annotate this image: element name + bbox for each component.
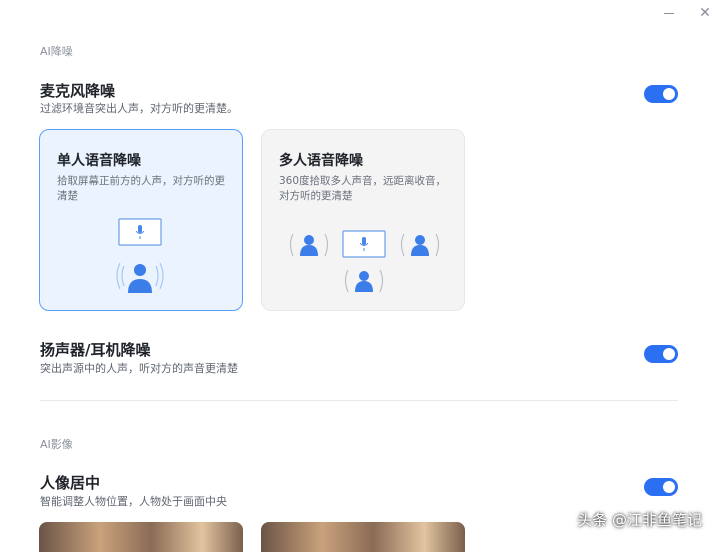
mic-noise-title: 麦克风降噪	[40, 82, 116, 100]
multi-voice-illustration	[289, 230, 440, 293]
window-controls: ✕	[658, 4, 716, 22]
section-label-ai-image: AI影像	[40, 438, 73, 451]
single-voice-mode-card[interactable]: 单人语音降噪 拾取屏幕正前方的人声，对方听的更清楚	[39, 129, 243, 311]
close-button[interactable]: ✕	[694, 4, 716, 22]
person-icon	[116, 262, 164, 293]
monitor-icon	[342, 230, 386, 258]
person-icon-right	[400, 233, 440, 257]
section-divider	[40, 400, 678, 401]
portrait-center-toggle[interactable]	[644, 478, 678, 496]
toggle-knob	[663, 88, 675, 100]
person-icon-left	[289, 233, 329, 257]
multi-voice-mode-card[interactable]: 多人语音降噪 360度拾取多人声音，远距离收音，对方听的更清楚	[261, 129, 465, 311]
monitor-icon	[118, 218, 162, 246]
watermark: 头条 @江非鱼笔记	[577, 511, 702, 529]
single-voice-illustration	[116, 218, 164, 293]
portrait-preview-image-1	[39, 522, 243, 552]
portrait-center-desc: 智能调整人物位置，人物处于画面中央	[40, 495, 227, 508]
speaker-noise-toggle[interactable]	[644, 345, 678, 363]
mic-noise-desc: 过滤环境音突出人声，对方听的更清楚。	[40, 102, 238, 115]
minimize-icon	[664, 12, 674, 14]
toggle-knob	[663, 481, 675, 493]
portrait-preview-image-2	[261, 522, 465, 552]
toggle-knob	[663, 348, 675, 360]
speaker-noise-title: 扬声器/耳机降噪	[40, 341, 151, 359]
portrait-center-title: 人像居中	[40, 474, 101, 492]
close-icon: ✕	[699, 5, 711, 21]
mic-noise-toggle[interactable]	[644, 85, 678, 103]
person-icon-bottom	[344, 269, 384, 293]
minimize-button[interactable]	[658, 4, 680, 22]
speaker-noise-desc: 突出声源中的人声，听对方的声音更清楚	[40, 362, 238, 375]
section-label-ai-noise: AI降噪	[40, 45, 73, 58]
